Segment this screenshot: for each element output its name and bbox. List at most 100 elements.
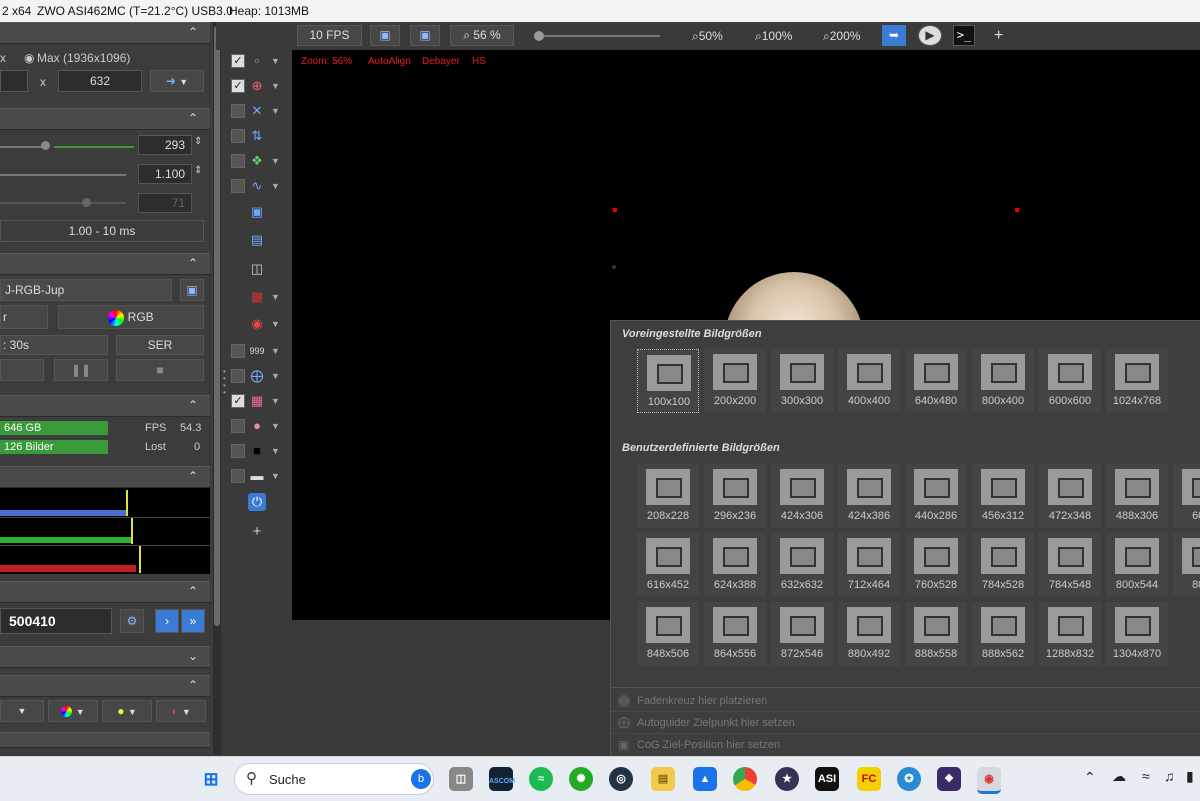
third-slider-thumb[interactable] — [82, 198, 91, 207]
chevron-down-icon[interactable]: ▼ — [271, 56, 280, 66]
size-tile[interactable]: 632x632 — [771, 533, 833, 597]
size-tile[interactable]: 300x300 — [771, 349, 833, 413]
bar-chart-icon[interactable]: ▫ — [248, 52, 266, 70]
section-header-controls[interactable]: ⌃ — [0, 108, 210, 130]
chevron-down-icon[interactable]: ▼ — [271, 396, 280, 406]
tool-checkbox-crosshair[interactable]: ✓ — [231, 79, 245, 93]
zoom-slider-track[interactable] — [534, 35, 660, 37]
chevron-down-icon[interactable]: ▼ — [271, 156, 280, 166]
run-icon[interactable]: ➥ — [882, 25, 906, 46]
tool-checkbox-derotate[interactable] — [231, 129, 245, 143]
add-tool-icon[interactable]: + — [248, 523, 266, 541]
chevron-down-icon[interactable]: ▼ — [271, 471, 280, 481]
size-tile[interactable]: 872x546 — [771, 602, 833, 666]
chevron-down-icon[interactable]: ▼ — [271, 421, 280, 431]
zoom-50-button[interactable]: ⌕50% — [692, 29, 723, 44]
size-tile[interactable]: 296x236 — [704, 464, 766, 528]
gain-slider-track[interactable] — [0, 146, 46, 148]
chevron-up-icon[interactable]: ⌃ — [1084, 769, 1096, 786]
size-tile[interactable]: 640x480 — [905, 349, 967, 413]
size-tile[interactable]: 100x100 — [637, 349, 699, 413]
third-slider-track[interactable] — [0, 202, 126, 204]
rgb-button[interactable]: RGB — [58, 305, 204, 329]
tool-checkbox-reticle[interactable] — [231, 369, 245, 383]
fast-forward-icon[interactable]: » — [181, 609, 205, 633]
tool-checkbox-pulse[interactable] — [231, 179, 245, 193]
chevron-down-icon[interactable]: ▼ — [271, 181, 280, 191]
collapse-icon[interactable]: ⌃ — [188, 398, 198, 412]
tool-checkbox-line[interactable] — [231, 469, 245, 483]
tool-dropdown-1[interactable]: ▼ — [0, 700, 44, 722]
size-tile[interactable]: 1024x768 — [1106, 349, 1168, 413]
chevron-down-icon[interactable]: ▼ — [271, 81, 280, 91]
color-grid-icon[interactable]: ▦ — [248, 392, 266, 410]
expand-icon[interactable]: ⌄ — [188, 649, 198, 663]
spotify-icon[interactable]: ≈ — [529, 767, 553, 791]
size-tile[interactable]: 424x386 — [838, 464, 900, 528]
menu-item-autoguider[interactable]: Autoguider Zielpunkt hier setzen — [637, 717, 795, 729]
active-app-icon[interactable]: ◉ — [977, 767, 1001, 794]
section-header-collapsed[interactable]: ⌄ — [0, 646, 210, 668]
collapse-icon[interactable]: ⌃ — [188, 678, 198, 692]
stop-icon[interactable]: ■ — [116, 359, 204, 381]
menu-item-cog[interactable]: CoG Ziel-Position hier setzen — [637, 739, 780, 751]
fps-button[interactable]: 10 FPS — [297, 25, 362, 46]
pause-icon[interactable]: ❚❚ — [54, 359, 108, 381]
size-tile[interactable]: 400x400 — [838, 349, 900, 413]
section-header-status[interactable]: ⌃ — [0, 395, 210, 417]
profile-name-field[interactable]: J-RGB-Jup — [0, 279, 172, 301]
pulse-icon[interactable]: ∿ — [248, 177, 266, 195]
section-header-capture[interactable]: ⌃ — [0, 253, 210, 275]
galaxy-app-icon[interactable]: ◎ — [609, 767, 633, 791]
panel-scrollbar-thumb[interactable] — [214, 26, 220, 626]
trash-icon[interactable]: ◫ — [248, 260, 266, 278]
play-record-icon[interactable]: ▶ — [918, 25, 942, 46]
save-icon[interactable]: ▣ — [248, 203, 266, 221]
size-tile[interactable]: 888x558 — [905, 602, 967, 666]
size-tile[interactable]: 616x452 — [637, 533, 699, 597]
terminal-icon[interactable]: >_ — [953, 25, 975, 46]
exposure-range-label[interactable]: 1.00 - 10 ms — [0, 220, 204, 242]
size-tile[interactable]: 600x — [1173, 464, 1200, 528]
ascom-icon[interactable]: ASCOM — [489, 767, 515, 791]
stellarium-icon[interactable]: ★ — [775, 767, 799, 791]
duration-button[interactable]: : 30s — [0, 335, 108, 355]
third-value-field[interactable]: 71 — [138, 193, 192, 213]
tool-checkbox-align[interactable] — [231, 104, 245, 118]
black-square-icon[interactable]: ■ — [248, 442, 266, 460]
size-tile[interactable]: 864x556 — [704, 602, 766, 666]
collapse-icon[interactable]: ⌃ — [188, 584, 198, 598]
size-tile[interactable]: 760x528 — [905, 533, 967, 597]
format-button[interactable]: SER — [116, 335, 204, 355]
tool-dropdown-gauge[interactable]: ◐ ▼ — [156, 700, 206, 722]
size-tile[interactable]: 800x544 — [1106, 533, 1168, 597]
section-header-capture-area[interactable]: ⌃ — [0, 22, 210, 44]
size-tile[interactable]: 784x528 — [972, 533, 1034, 597]
chevron-down-icon[interactable]: ▼ — [271, 371, 280, 381]
target-icon[interactable]: ◉ — [248, 315, 266, 333]
align-icon[interactable]: ✕ — [248, 102, 266, 120]
menu-item-crosshair[interactable]: Fadenkreuz hier platzieren — [637, 695, 767, 707]
chrome-icon[interactable] — [733, 767, 757, 791]
gain-value-field[interactable]: 293 — [138, 135, 192, 155]
area-dropdown[interactable]: ➜ ▼ — [150, 70, 204, 92]
tool-checkbox-rgb-balance[interactable] — [231, 419, 245, 433]
size-tile[interactable]: 784x548 — [1039, 533, 1101, 597]
drag-handle-icon[interactable]: • • • • — [223, 368, 226, 398]
size-tile[interactable]: 488x306 — [1106, 464, 1168, 528]
line-icon[interactable]: ▬ — [248, 467, 266, 485]
size-tile[interactable]: 712x464 — [838, 533, 900, 597]
max-radio-icon[interactable]: ◉ — [24, 51, 34, 65]
size-tile[interactable]: 208x228 — [637, 464, 699, 528]
add-tool-button[interactable]: + — [994, 27, 1003, 45]
size-tile[interactable]: 200x200 — [704, 349, 766, 413]
size-tile[interactable]: 880x492 — [838, 602, 900, 666]
gain-spinner-icon[interactable]: ⇕ — [194, 136, 202, 147]
size-tile[interactable]: 624x388 — [704, 533, 766, 597]
tool-checkbox-focus[interactable] — [231, 154, 245, 168]
battery-icon[interactable]: ▮ — [1186, 768, 1194, 785]
chevron-down-icon[interactable]: ▼ — [271, 446, 280, 456]
record-button[interactable] — [0, 359, 44, 381]
chevron-down-icon[interactable]: ▼ — [271, 292, 280, 302]
fullscreen-icon[interactable]: ▣ — [410, 25, 440, 46]
